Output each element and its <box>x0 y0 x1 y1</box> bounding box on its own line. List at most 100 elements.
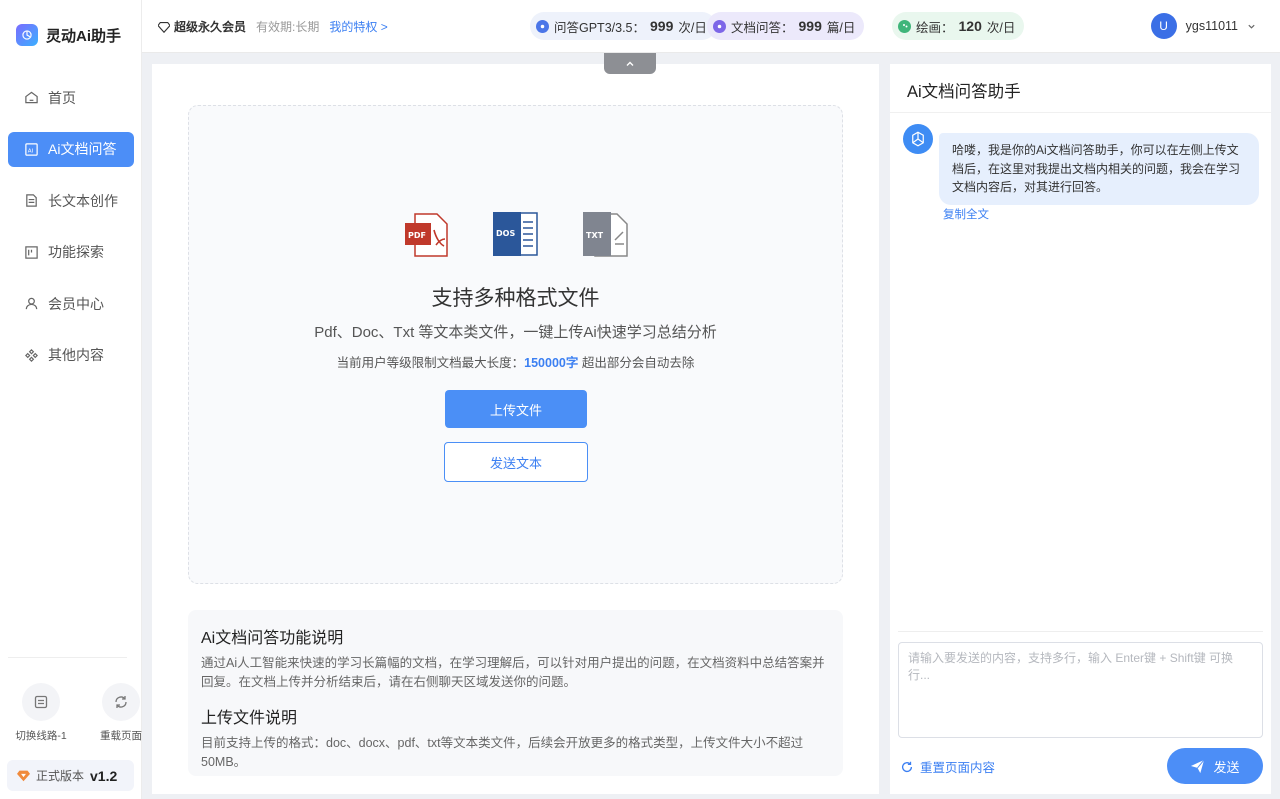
sidebar-divider <box>8 657 127 658</box>
openai-icon <box>912 131 924 147</box>
feature-description-text: 通过Ai人工智能来快速的学习长篇幅的文档，在学习理解后，可以针对用户提出的问题，… <box>201 656 825 689</box>
quota-chat-value: 999 <box>650 18 674 34</box>
txt-file-icon: TXT <box>583 212 629 258</box>
reload-page-label: 重载页面 <box>100 730 142 742</box>
quota-draw-label: 绘画： <box>916 20 954 35</box>
version-number: v1.2 <box>90 767 118 784</box>
my-privileges-link[interactable]: 我的特权 > <box>329 18 387 35</box>
reset-page-button[interactable]: 重置页面内容 <box>900 757 995 776</box>
quota-doc: 文档问答： 999 篇/日 <box>707 12 865 40</box>
sidebar-item-member-center[interactable]: 会员中心 <box>8 286 134 321</box>
sidebar-tools: 切换线路-1 重载页面 <box>8 683 154 743</box>
main-panel: PDF DOS TXT 支持多种格式文件 Pdf、Doc、Txt 等文本类文件，… <box>152 64 879 794</box>
doc-file-icon: DOS <box>493 212 539 258</box>
reset-page-label: 重置页面内容 <box>920 761 996 775</box>
chat-panel: Ai文档问答助手 哈喽，我是你的Ai文档问答助手，你可以在左侧上传文档后，在这里… <box>890 64 1271 794</box>
reload-page-button[interactable]: 重载页面 <box>88 683 154 743</box>
upload-length-limit: 当前用户等级限制文档最大长度：150000字 超出部分会自动去除 <box>189 352 842 371</box>
switch-line-button[interactable]: 切换线路-1 <box>8 683 74 743</box>
upload-instructions-text: 目前支持上传的格式：doc、docx、pdf、txt等文本类文件，后续会开放更多… <box>201 736 804 769</box>
limit-value: 150000字 <box>524 356 579 370</box>
sidebar-nav: 首页 AI Ai文档问答 长文本创作 功能探索 会员中心 其他内容 <box>8 80 134 390</box>
home-icon <box>25 91 38 104</box>
pdf-file-icon: PDF <box>403 212 449 258</box>
sidebar-item-label: Ai文档问答 <box>48 141 117 158</box>
quota-draw-unit: 次/日 <box>986 20 1016 35</box>
app-logo[interactable]: 灵动Ai助手 <box>16 24 121 46</box>
chat-title: Ai文档问答助手 <box>907 83 1021 101</box>
svg-text:AI: AI <box>28 148 34 154</box>
chat-quota-icon <box>536 19 549 33</box>
assistant-message: 哈喽，我是你的Ai文档问答助手，你可以在左侧上传文档后，在这里对我提出文档内相关… <box>939 133 1259 205</box>
more-icon <box>25 348 38 362</box>
chat-header-divider <box>890 112 1271 113</box>
sidebar-item-long-text[interactable]: 长文本创作 <box>8 183 134 218</box>
refresh-icon <box>102 683 140 721</box>
quota-chat-label: 问答GPT3/3.5： <box>554 20 645 35</box>
upload-file-button[interactable]: 上传文件 <box>445 390 587 428</box>
chevron-up-icon <box>626 61 634 66</box>
doc-file-label: DOS <box>496 229 515 238</box>
quota-doc-unit: 篇/日 <box>826 20 856 35</box>
file-type-icons: PDF DOS TXT <box>403 212 629 258</box>
app-title: 灵动Ai助手 <box>46 27 122 45</box>
chat-input-divider <box>898 631 1263 632</box>
quota-doc-value: 999 <box>798 18 822 34</box>
switch-line-label: 切换线路-1 <box>15 730 67 742</box>
top-bar: 超级永久会员 有效期:长期 我的特权 > 问答GPT3/3.5： 999 次/日 文… <box>142 0 1280 53</box>
sidebar-item-explore[interactable]: 功能探索 <box>8 235 134 270</box>
assistant-avatar <box>903 124 933 154</box>
limit-suffix: 超出部分会自动去除 <box>578 356 695 370</box>
user-icon <box>25 298 38 310</box>
sidebar-item-label: 首页 <box>48 89 76 106</box>
member-title: 超级永久会员 <box>174 20 247 34</box>
feature-description-title: Ai文档问答功能说明 <box>201 630 344 647</box>
send-button[interactable]: 发送 <box>1167 748 1263 784</box>
document-icon <box>26 194 37 207</box>
openai-logo-icon <box>16 24 38 46</box>
membership-info: 超级永久会员 有效期:长期 我的特权 > <box>158 18 388 35</box>
member-validity: 有效期:长期 <box>256 20 320 34</box>
upload-title: 支持多种格式文件 <box>431 287 600 310</box>
chevron-down-icon <box>1248 24 1255 29</box>
sidebar: 灵动Ai助手 首页 AI Ai文档问答 长文本创作 功能探索 会员中心 其他内容 <box>0 0 142 799</box>
user-menu[interactable]: U ygs11011 <box>1150 13 1256 39</box>
collapse-header-button[interactable] <box>604 53 656 74</box>
version-label: 正式版本 <box>36 769 85 783</box>
chat-input[interactable] <box>898 642 1263 738</box>
explore-icon <box>25 246 38 259</box>
quota-doc-label: 文档问答： <box>731 20 794 35</box>
quota-draw: 绘画： 120 次/日 <box>892 12 1025 40</box>
info-section: Ai文档问答功能说明 通过Ai人工智能来快速的学习长篇幅的文档，在学习理解后，可… <box>188 610 843 776</box>
ai-doc-icon: AI <box>25 142 38 156</box>
sidebar-item-label: 长文本创作 <box>48 192 118 209</box>
palette-icon <box>898 19 911 33</box>
send-text-button[interactable]: 发送文本 <box>444 442 588 482</box>
sidebar-item-other[interactable]: 其他内容 <box>8 338 134 373</box>
doc-quota-icon <box>713 19 726 33</box>
send-label: 发送 <box>1213 759 1240 775</box>
quota-chat: 问答GPT3/3.5： 999 次/日 <box>530 12 716 40</box>
sidebar-item-label: 功能探索 <box>48 244 104 261</box>
upload-description: Pdf、Doc、Txt 等文本类文件，一键上传Ai快速学习总结分析 <box>314 324 717 341</box>
limit-prefix: 当前用户等级限制文档最大长度： <box>336 356 525 370</box>
upload-instructions-title: 上传文件说明 <box>201 710 298 727</box>
sidebar-item-ai-doc-qa[interactable]: AI Ai文档问答 <box>8 131 134 167</box>
diamond-outline-icon <box>158 21 170 33</box>
copy-all-link[interactable]: 复制全文 <box>943 206 989 222</box>
pdf-file-label: PDF <box>408 231 426 240</box>
quota-draw-value: 120 <box>958 18 982 34</box>
diamond-icon <box>17 770 30 782</box>
send-icon <box>1191 759 1205 773</box>
avatar: U <box>1150 13 1177 39</box>
version-badge: 正式版本 v1.2 <box>7 760 134 791</box>
sidebar-item-label: 其他内容 <box>48 347 104 364</box>
sidebar-item-home[interactable]: 首页 <box>8 80 134 115</box>
switch-line-icon <box>22 683 60 721</box>
quota-chat-unit: 次/日 <box>678 20 707 35</box>
upload-dropzone[interactable]: PDF DOS TXT 支持多种格式文件 Pdf、Doc、Txt 等文本类文件，… <box>188 105 843 584</box>
username: ygs11011 <box>1185 19 1238 33</box>
refresh-icon <box>901 761 913 772</box>
sidebar-item-label: 会员中心 <box>48 295 104 312</box>
txt-file-label: TXT <box>586 231 604 240</box>
